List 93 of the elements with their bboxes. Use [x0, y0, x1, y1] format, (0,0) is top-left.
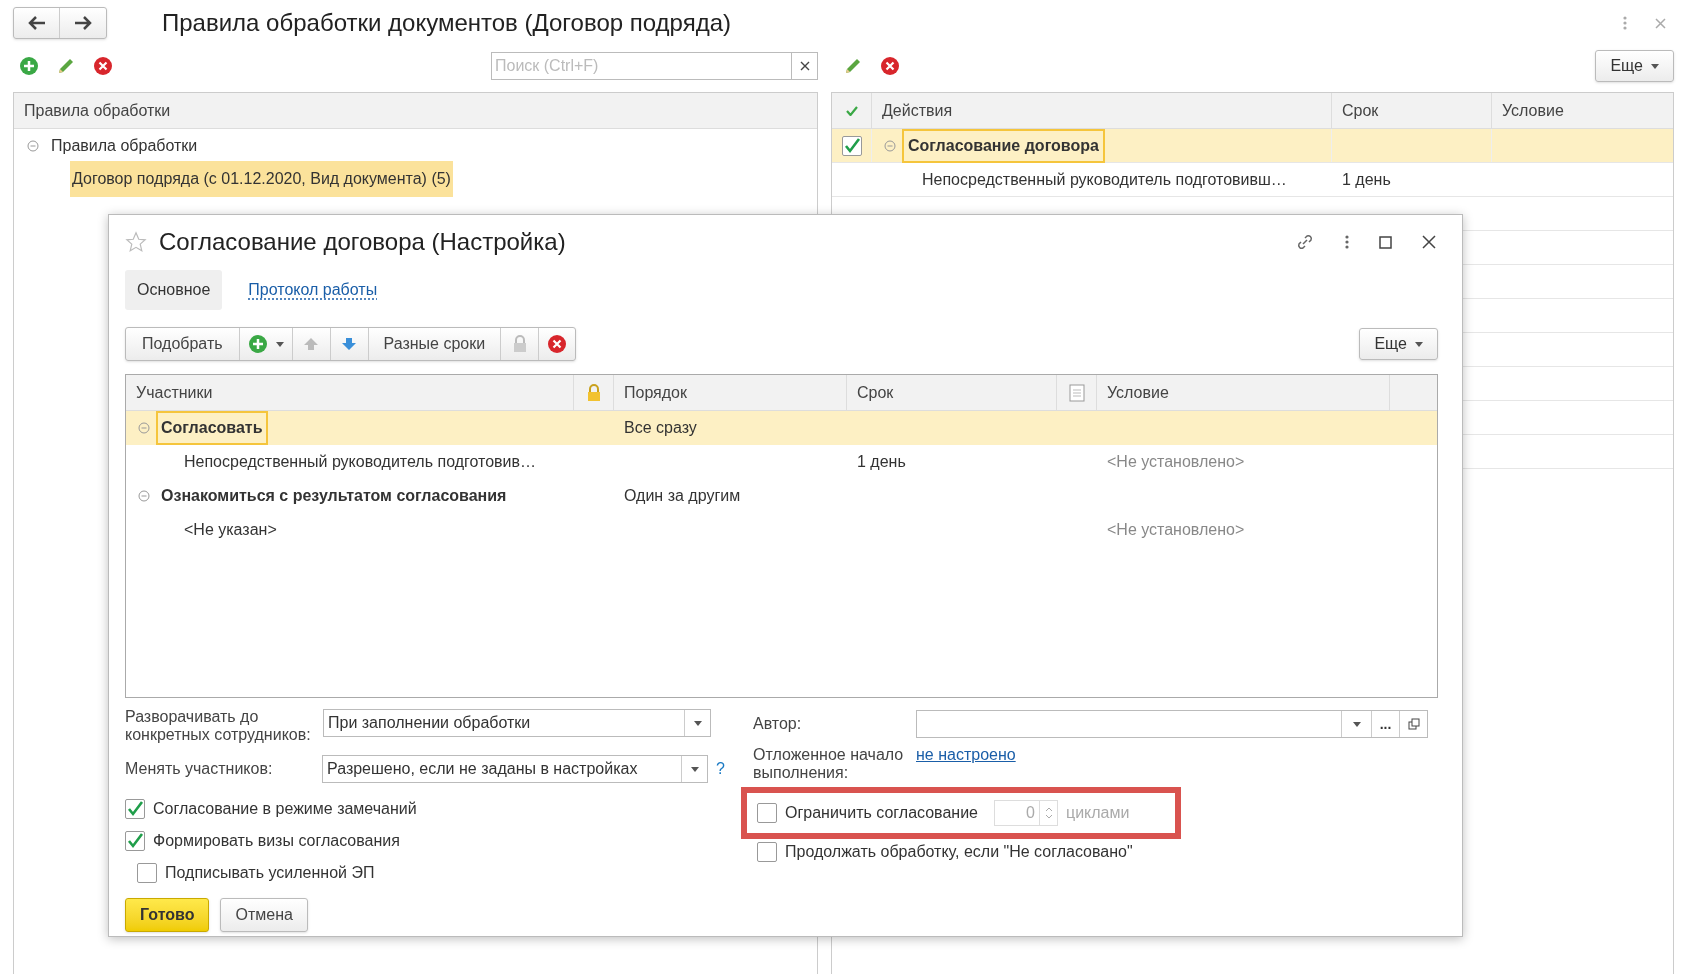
table-row[interactable]: Согласовать Все сразу — [126, 411, 1437, 445]
cancel-button[interactable]: Отмена — [220, 898, 308, 932]
author-field[interactable]: ... — [916, 710, 1428, 738]
checkbox-label[interactable]: Подписывать усиленной ЭП — [165, 861, 375, 885]
more-icon[interactable] — [1345, 235, 1349, 249]
column-header[interactable]: Срок — [1332, 93, 1492, 128]
checkbox-label[interactable]: Ограничить согласование — [785, 801, 978, 825]
column-header[interactable]: Участники — [126, 375, 574, 410]
field-label: Автор: — [753, 714, 803, 734]
lock-icon — [586, 383, 601, 402]
column-header[interactable]: Правила обработки — [14, 93, 817, 129]
field-label: Отложенное начало выполнения: — [753, 746, 905, 782]
table-cell: Непосредственный руководитель подготовив… — [184, 453, 537, 470]
left-arrow-icon — [27, 16, 46, 30]
caret-icon — [1651, 63, 1659, 69]
more-button[interactable]: Еще — [1359, 328, 1438, 360]
pencil-icon[interactable] — [56, 56, 76, 76]
table-cell: Один за другим — [624, 487, 741, 504]
column-header[interactable]: Условие — [1097, 375, 1390, 410]
caret-icon — [1415, 341, 1423, 347]
checkbox[interactable] — [757, 803, 777, 823]
checkbox[interactable] — [841, 135, 862, 156]
tab[interactable]: Протокол работы — [236, 270, 390, 310]
collapse-icon[interactable] — [138, 490, 150, 502]
table-cell: <Не указан> — [184, 521, 277, 538]
number-field: 0 — [994, 800, 1058, 826]
field-label: Разворачивать до конкретных сотрудников: — [125, 708, 312, 744]
delete-icon[interactable] — [547, 334, 568, 354]
table-cell: Согласование договора — [902, 128, 1105, 163]
caret-icon — [690, 766, 699, 772]
column-header[interactable]: Срок — [847, 375, 1057, 410]
table-cell: Все сразу — [624, 419, 697, 436]
table-cell: 1 день — [857, 453, 906, 470]
add-icon[interactable] — [19, 56, 39, 76]
table-cell-text: Ознакомиться с результатом согласования — [160, 486, 508, 506]
caret-icon — [1352, 721, 1361, 727]
dropdown-field[interactable]: Разрешено, если не заданы в настройках — [322, 755, 709, 783]
checkbox[interactable] — [125, 799, 145, 819]
delete-icon[interactable] — [93, 56, 113, 76]
spin-icon — [1045, 807, 1052, 819]
collapse-icon[interactable] — [27, 139, 39, 152]
clear-button[interactable] — [792, 52, 818, 80]
more-button[interactable]: Еще — [1595, 50, 1674, 82]
table-cell-text: Непосредственный руководитель подготовивш… — [922, 169, 1287, 190]
table-cell: <Не установлено> — [1107, 453, 1245, 470]
link-icon[interactable] — [1295, 232, 1315, 252]
select-button[interactable]: ... — [1371, 711, 1399, 737]
maximize-icon[interactable] — [1379, 235, 1392, 249]
clear-icon — [799, 61, 810, 71]
lock-icon — [512, 335, 527, 353]
dialog-title: Согласование договора (Настройка) — [159, 227, 566, 257]
search-field[interactable]: Поиск (Ctrl+F) — [491, 52, 792, 80]
check-icon — [845, 105, 858, 116]
checkbox[interactable] — [757, 842, 777, 862]
checkbox-label[interactable]: Формировать визы согласования — [153, 829, 400, 853]
column-header[interactable]: Действия — [872, 93, 1332, 128]
up-arrow-icon — [303, 337, 320, 351]
tab[interactable]: Основное — [125, 270, 223, 310]
terms-button[interactable]: Разные сроки — [368, 328, 502, 360]
pick-button[interactable]: Подобрать — [126, 328, 240, 360]
tree-item[interactable]: Договор подряда (с 01.12.2020, Вид документа) (5) — [70, 160, 453, 197]
caret-icon — [693, 720, 702, 726]
column-header[interactable]: Условие — [1492, 93, 1673, 128]
down-arrow-icon — [341, 337, 358, 351]
table-cell-text: 1 день — [1342, 169, 1391, 190]
collapse-icon[interactable] — [138, 422, 150, 434]
table-row[interactable]: Согласование договора — [832, 129, 1673, 163]
help-link[interactable]: ? — [716, 757, 725, 781]
table-cell: <Не установлено> — [1107, 521, 1245, 538]
checkbox[interactable] — [125, 831, 145, 851]
delete-icon[interactable] — [880, 56, 900, 76]
checkbox-label[interactable]: Продолжать обработку, если "Не согласовано" — [785, 840, 1133, 864]
document-icon — [1068, 383, 1085, 402]
open-icon[interactable] — [1407, 718, 1420, 730]
caret-icon — [275, 341, 284, 347]
checkbox[interactable] — [137, 863, 157, 883]
column-header[interactable]: Порядок — [614, 375, 847, 410]
window-title: Правила обработки документов (Договор подряда) — [162, 8, 731, 38]
checkbox-label[interactable]: Согласование в режиме замечаний — [153, 797, 417, 821]
collapse-icon[interactable] — [884, 139, 896, 152]
close-icon[interactable] — [1422, 235, 1436, 249]
table-row[interactable]: Ознакомиться с результатом согласования Один за другим — [126, 479, 1437, 513]
add-icon[interactable] — [247, 334, 268, 354]
done-button[interactable]: Готово — [125, 898, 210, 932]
settings-link[interactable]: не настроено — [916, 746, 1016, 764]
pencil-icon[interactable] — [843, 56, 863, 76]
table-cell: Согласовать — [156, 411, 268, 445]
tree-item[interactable]: Правила обработки — [49, 133, 200, 158]
unit-label: циклами — [1066, 803, 1130, 823]
dropdown-field[interactable]: При заполнении обработки — [323, 709, 711, 737]
right-arrow-icon — [74, 16, 92, 30]
star-icon[interactable] — [125, 231, 147, 253]
field-label: Менять участников: — [125, 759, 274, 779]
